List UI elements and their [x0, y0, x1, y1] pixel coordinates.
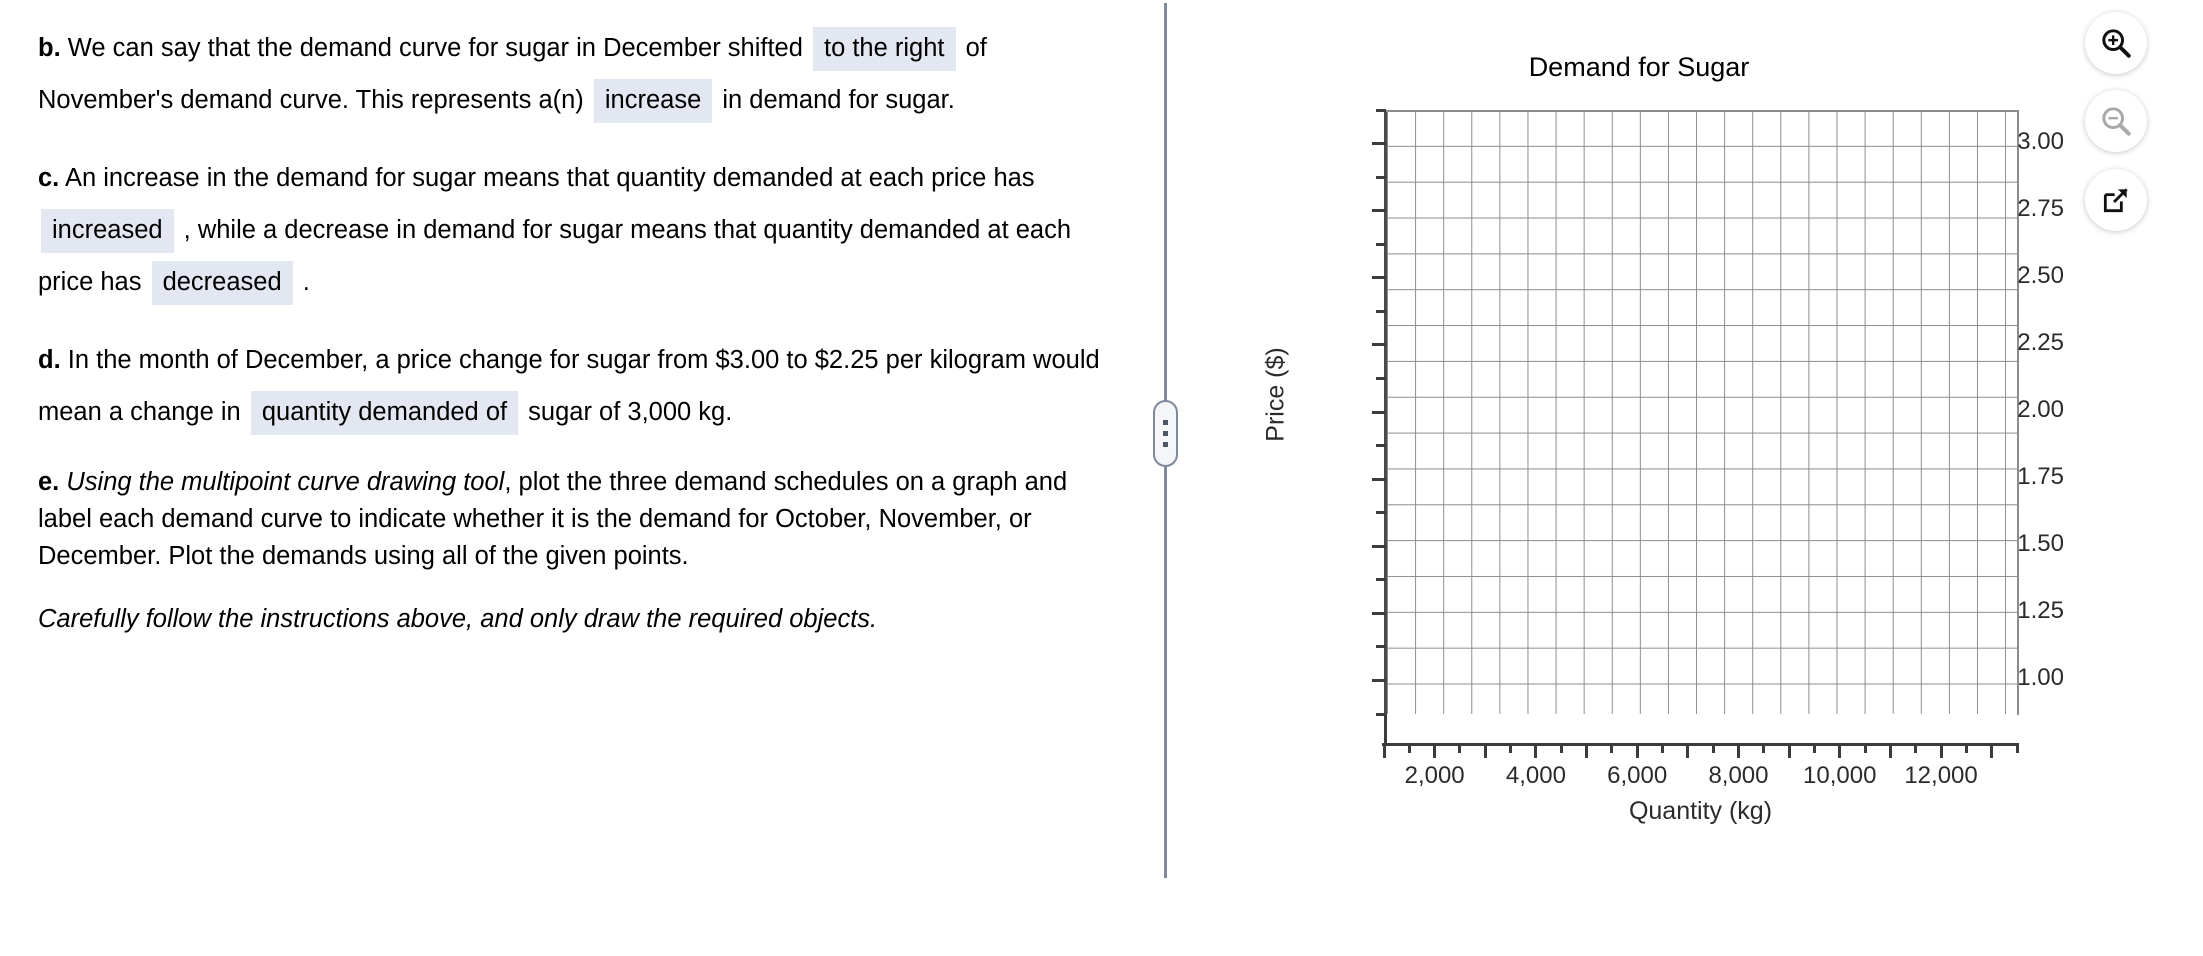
x-axis-major-tick	[1686, 744, 1690, 758]
open-in-new-window-button[interactable]	[2085, 169, 2147, 231]
y-axis-major-tick	[1372, 477, 1386, 481]
y-axis-minor-tick	[1376, 578, 1386, 582]
x-axis-minor-tick	[1661, 744, 1665, 753]
y-axis-minor-tick	[1376, 511, 1386, 515]
y-axis-major-tick	[1372, 276, 1386, 280]
y-axis-minor-tick	[1376, 376, 1386, 380]
x-axis-major-tick	[1736, 744, 1740, 758]
x-axis-major-tick	[1635, 744, 1639, 758]
x-axis-major-tick	[1939, 744, 1943, 758]
question-part-d: d. In the month of December, a price cha…	[38, 334, 1110, 438]
part-d-text-2: sugar of 3,000 kg.	[521, 398, 733, 426]
y-axis-major-tick	[1372, 343, 1386, 347]
x-axis-minor-tick	[1914, 744, 1918, 753]
divider-drag-handle[interactable]	[1153, 400, 1178, 467]
y-axis-major-tick	[1372, 678, 1386, 682]
x-axis-major-tick	[1382, 744, 1386, 758]
question-part-e: e. Using the multipoint curve drawing to…	[38, 464, 1110, 575]
x-axis-major-tick	[1433, 744, 1437, 758]
zoom-in-button[interactable]	[2085, 12, 2147, 74]
y-axis-tick-label: 1.50	[2017, 530, 2064, 558]
y-axis-tick-label: 2.00	[2017, 396, 2064, 423]
pane-divider[interactable]	[1153, 0, 1224, 890]
y-axis-tick-label: 3.00	[2017, 127, 2064, 155]
question-part-b: b. We can say that the demand curve for …	[38, 22, 1110, 126]
y-axis-major-tick	[1372, 410, 1386, 414]
y-axis-major-tick	[1372, 611, 1386, 615]
x-axis-major-tick	[1838, 744, 1842, 758]
plot-top-border	[1384, 110, 2019, 112]
x-axis-major-tick	[1483, 744, 1487, 758]
y-axis-minor-tick	[1376, 444, 1386, 448]
x-axis-minor-tick	[1458, 744, 1462, 753]
part-d-blank-1[interactable]: quantity demanded of	[250, 391, 519, 435]
question-part-c: c. An increase in the demand for sugar m…	[38, 152, 1110, 308]
part-b-label: b.	[38, 34, 61, 62]
handle-dot-icon	[1163, 442, 1168, 447]
chart-toolbar	[2085, 12, 2165, 252]
part-b-text-3: in demand for sugar.	[715, 86, 955, 114]
x-axis-tick-label: 12,000	[1904, 762, 1978, 789]
plot-grid-area[interactable]	[1384, 110, 2017, 714]
external-link-icon	[2103, 188, 2128, 213]
x-axis-minor-tick	[1711, 744, 1715, 753]
x-axis-minor-tick	[1509, 744, 1513, 753]
x-axis-major-tick	[1585, 744, 1589, 758]
y-axis-minor-tick	[1376, 712, 1386, 716]
y-axis-tick-label: 2.50	[2017, 261, 2064, 289]
magnifier-plus-icon	[2102, 29, 2131, 58]
y-axis-major-tick	[1372, 142, 1386, 146]
x-axis-minor-tick	[1964, 744, 1968, 753]
y-axis-major-tick	[1372, 209, 1386, 213]
y-axis-tick-label: 1.25	[2017, 597, 2064, 625]
x-axis-minor-tick	[2015, 744, 2019, 753]
closing-note: Carefully follow the instructions above,…	[38, 605, 878, 633]
handle-dot-icon	[1163, 431, 1168, 436]
x-axis-major-tick	[1787, 744, 1791, 758]
x-axis-minor-tick	[1559, 744, 1563, 753]
part-e-italic: Using the multipoint curve drawing tool	[59, 468, 505, 496]
part-b-blank-1[interactable]: to the right	[813, 27, 956, 71]
part-c-text-1: An increase in the demand for sugar mean…	[59, 164, 1035, 192]
x-axis-minor-tick	[1762, 744, 1766, 753]
chart-title: Demand for Sugar	[1528, 52, 1750, 82]
magnifier-minus-icon	[2102, 107, 2131, 136]
y-axis-minor-tick	[1376, 108, 1386, 112]
part-c-blank-2[interactable]: decreased	[151, 261, 293, 305]
y-axis-tick-label: 1.00	[2017, 664, 2064, 692]
question-text-pane: b. We can say that the demand curve for …	[0, 0, 1150, 956]
x-axis-minor-tick	[1610, 744, 1614, 753]
part-c-blank-1[interactable]: increased	[41, 209, 174, 253]
demand-for-sugar-chart[interactable]: Demand for Sugar Price ($) 3.00 2.75 2.50 2…	[1224, 0, 2065, 860]
y-axis-tick-label: 1.75	[2017, 463, 2064, 491]
y-axis-tick-label: 2.75	[2017, 194, 2064, 222]
x-axis-title: Quantity (kg)	[1628, 797, 1773, 825]
y-axis-lower-segment	[1384, 714, 1387, 746]
part-e-label: e.	[38, 468, 60, 496]
y-axis-minor-tick	[1376, 242, 1386, 246]
part-c-text-3: .	[295, 268, 310, 296]
y-axis-tick-label: 2.25	[2017, 328, 2064, 356]
part-b-text-1: We can say that the demand curve for sug…	[60, 34, 810, 62]
part-c-label: c.	[38, 164, 60, 192]
zoom-out-button[interactable]	[2085, 90, 2147, 152]
x-axis-minor-tick	[1407, 744, 1411, 753]
part-b-blank-2[interactable]: increase	[593, 79, 713, 123]
y-axis-minor-tick	[1376, 645, 1386, 649]
handle-dot-icon	[1163, 420, 1168, 425]
x-axis-major-tick	[1888, 744, 1892, 758]
x-axis-minor-tick	[1812, 744, 1816, 753]
y-axis-title: Price ($)	[1261, 347, 1290, 442]
x-axis-minor-tick	[1863, 744, 1867, 753]
y-axis-major-tick	[1372, 544, 1386, 548]
x-axis-line	[1382, 743, 2019, 746]
x-axis-major-tick	[1534, 744, 1538, 758]
y-axis-minor-tick	[1376, 309, 1386, 313]
y-axis-minor-tick	[1376, 175, 1386, 179]
part-d-label: d.	[38, 346, 61, 374]
x-axis-major-tick	[1990, 744, 1994, 758]
